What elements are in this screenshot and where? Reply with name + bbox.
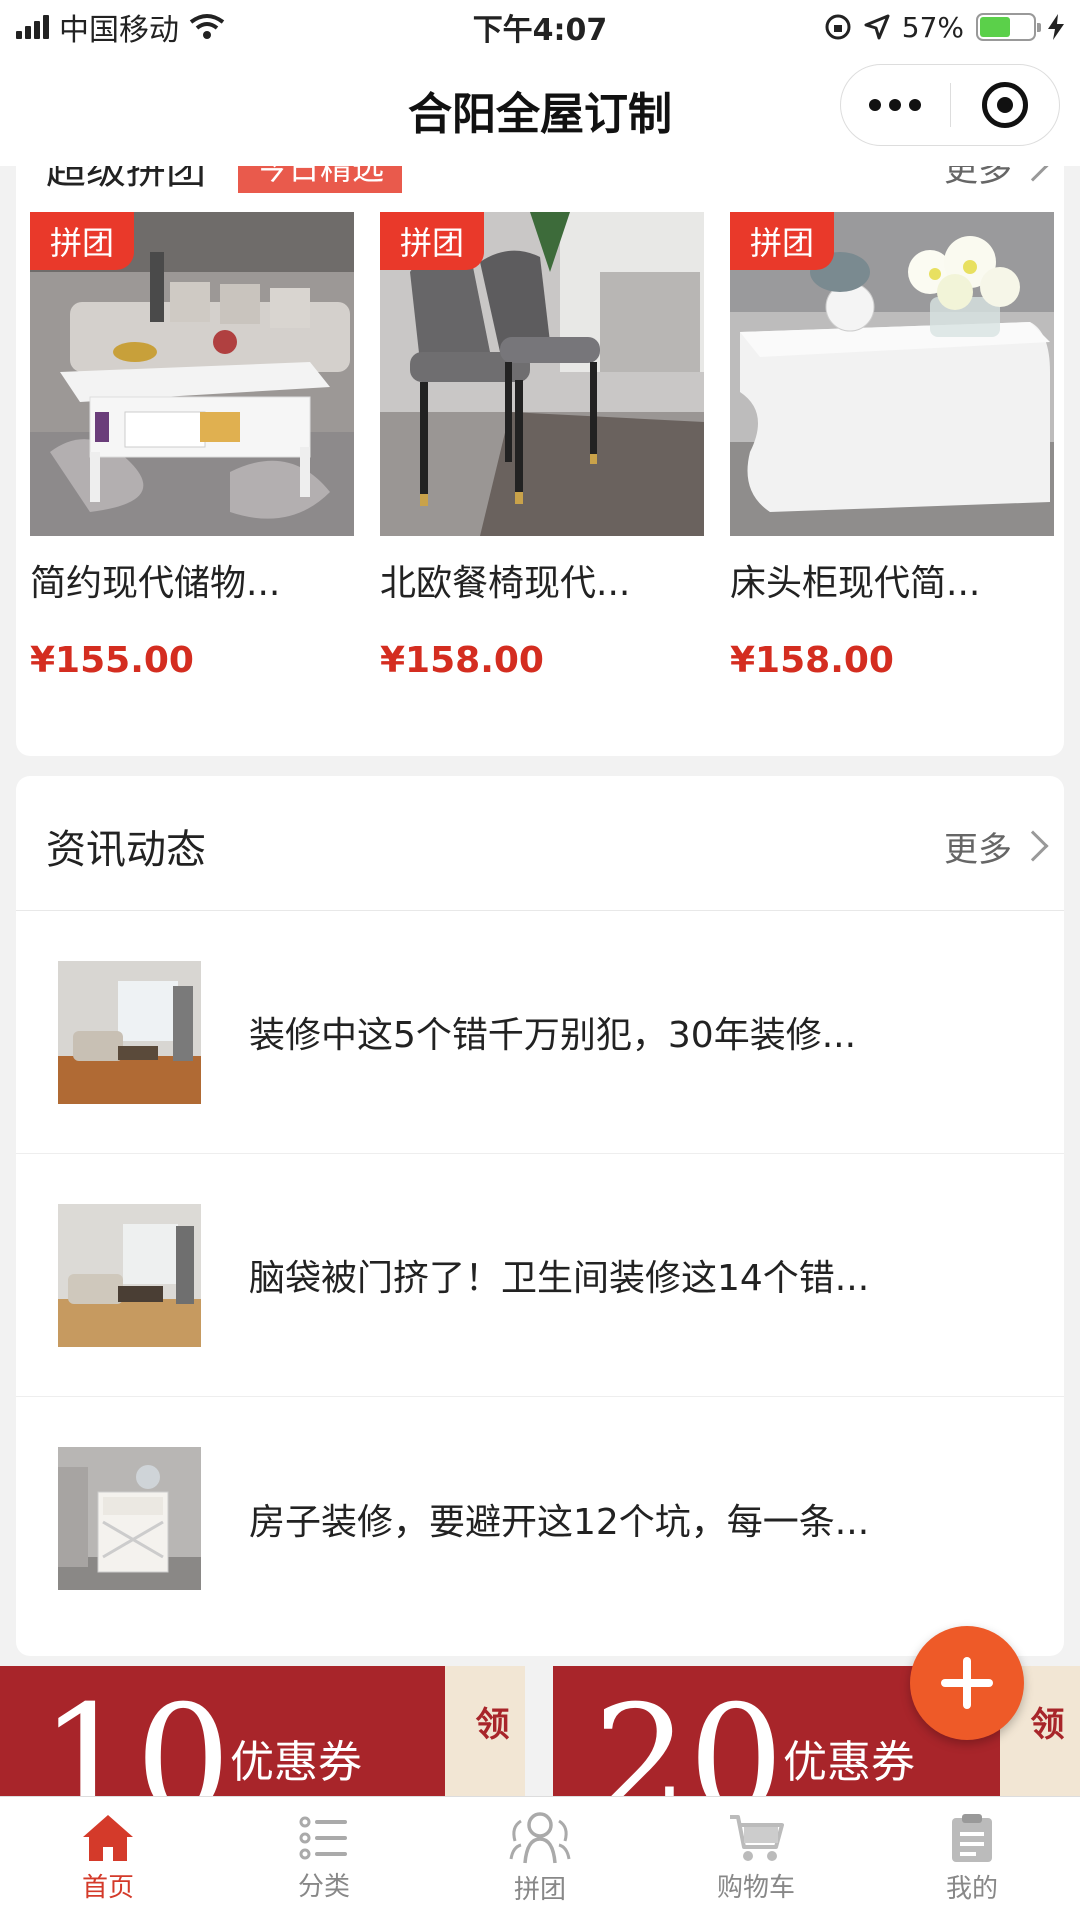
battery-icon xyxy=(976,13,1041,41)
product-price: ¥158.00 xyxy=(730,640,894,681)
tab-group-buy[interactable]: 拼团 xyxy=(432,1797,648,1920)
product-price: ¥158.00 xyxy=(380,640,544,681)
group-people-icon xyxy=(509,1812,571,1864)
tab-label: 拼团 xyxy=(513,1875,566,1905)
coupon-card[interactable]: 10 优惠券 点击领 xyxy=(0,1666,525,1796)
more-label: 更多 xyxy=(944,166,1012,190)
status-bar: 中国移动 下午4:07 57% xyxy=(0,0,1080,54)
tab-label: 分类 xyxy=(297,1872,350,1902)
group-buy-badge: 拼团 xyxy=(30,212,135,270)
tab-label: 我的 xyxy=(945,1874,998,1904)
product-card[interactable]: 拼团 xyxy=(30,212,354,681)
category-list-icon xyxy=(299,1816,347,1860)
carrier-name: 中国移动 xyxy=(59,13,179,48)
nav-bar: 合阳全屋订制 xyxy=(0,54,1080,166)
more-label: 更多 xyxy=(944,829,1012,870)
tab-mine[interactable]: 我的 xyxy=(864,1797,1080,1920)
battery-percent: 57% xyxy=(901,10,964,44)
page-content[interactable]: 超级拼团 今日精选 更多 拼团 简约现代储物... ¥155.00 拼团 北欧餐… xyxy=(0,166,1080,1796)
news-thumbnail xyxy=(58,960,201,1104)
target-icon xyxy=(981,82,1028,128)
rotation-lock-icon xyxy=(825,14,851,40)
more-options-icon[interactable] xyxy=(841,99,950,111)
add-button[interactable] xyxy=(910,1626,1024,1740)
close-miniprogram-button[interactable] xyxy=(950,82,1059,128)
plus-icon xyxy=(941,1657,993,1709)
product-name: 床头柜现代简... xyxy=(730,563,981,604)
chevron-right-icon xyxy=(1017,830,1049,862)
news-headline: 房子装修，要避开这12个坑，每一条... xyxy=(249,1501,870,1543)
product-name: 北欧餐椅现代... xyxy=(380,563,631,604)
news-item[interactable]: 脑袋被门挤了！卫生间装修这14个错... xyxy=(16,1154,1064,1397)
news-thumbnail xyxy=(58,1447,201,1590)
product-image-dining-chairs: 拼团 xyxy=(380,212,704,536)
chevron-right-icon xyxy=(1017,166,1049,182)
product-card[interactable]: 拼团 xyxy=(730,212,1054,681)
group-buy-badge: 拼团 xyxy=(730,212,835,270)
coupon-amount: 20 xyxy=(593,1674,784,1796)
wifi-icon xyxy=(189,14,225,39)
signal-strength-icon xyxy=(16,15,49,39)
coupon-amount: 10 xyxy=(40,1674,231,1796)
cart-icon xyxy=(730,1815,784,1861)
news-item[interactable]: 装修中这5个错千万别犯，30年装修... xyxy=(16,911,1064,1154)
today-picks-tag: 今日精选 xyxy=(238,166,403,193)
status-time: 下午4:07 xyxy=(472,13,608,48)
group-buy-more-link[interactable]: 更多 xyxy=(944,166,1049,191)
news-thumbnail xyxy=(58,1203,201,1347)
tab-label: 购物车 xyxy=(716,1873,795,1903)
news-headline: 装修中这5个错千万别犯，30年装修... xyxy=(249,1015,857,1056)
group-buy-section: 超级拼团 今日精选 更多 拼团 简约现代储物... ¥155.00 拼团 北欧餐… xyxy=(16,166,1064,756)
charging-bolt-icon xyxy=(1048,14,1064,40)
product-card[interactable]: 拼团 xyxy=(380,212,704,681)
coupon-label: 优惠券 xyxy=(230,1737,362,1788)
group-buy-badge: 拼团 xyxy=(380,212,485,270)
tab-home[interactable]: 首页 xyxy=(0,1797,216,1920)
home-icon xyxy=(83,1815,133,1861)
bottom-tab-bar: 首页 分类 拼团 购物车 我的 xyxy=(0,1796,1080,1920)
page-title: 合阳全屋订制 xyxy=(408,89,672,140)
clipboard-icon xyxy=(952,1814,992,1862)
tab-cart[interactable]: 购物车 xyxy=(648,1797,864,1920)
group-buy-title: 超级拼团 xyxy=(46,166,206,193)
product-image-nightstand: 拼团 xyxy=(730,212,1054,536)
claim-coupon-button[interactable]: 点击领 xyxy=(445,1666,525,1796)
news-more-link[interactable]: 更多 xyxy=(944,822,1049,871)
coupon-label: 优惠券 xyxy=(783,1737,915,1788)
tab-category[interactable]: 分类 xyxy=(216,1797,432,1920)
tab-label: 首页 xyxy=(81,1873,134,1903)
news-headline: 脑袋被门挤了！卫生间装修这14个错... xyxy=(249,1258,870,1299)
miniprogram-capsule xyxy=(840,64,1060,146)
product-image-coffee-table: 拼团 xyxy=(30,212,354,536)
news-item[interactable]: 房子装修，要避开这12个坑，每一条... xyxy=(16,1397,1064,1640)
product-price: ¥155.00 xyxy=(30,640,194,681)
location-arrow-icon xyxy=(864,14,890,40)
news-title: 资讯动态 xyxy=(46,827,206,873)
news-section: 资讯动态 更多 装修中这5个错千万别犯，30年装修... 脑袋被门挤了！卫生间装… xyxy=(16,776,1064,1656)
product-name: 简约现代储物... xyxy=(30,563,281,604)
